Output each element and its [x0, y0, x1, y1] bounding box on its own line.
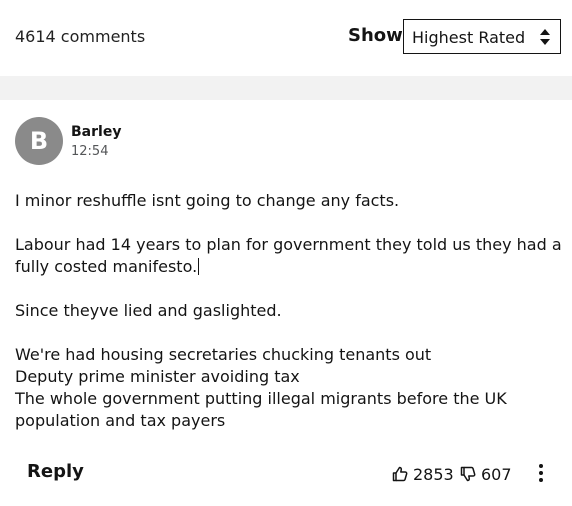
comments-header: 4614 comments Show Highest Rated	[0, 0, 572, 76]
comment-paragraph: We're had housing secretaries chucking t…	[15, 345, 507, 430]
comment-paragraph-text: Labour had 14 years to plan for governme…	[15, 235, 562, 276]
upvote-button[interactable]: 2853	[392, 464, 454, 484]
comments-count: 4614 comments	[15, 27, 146, 46]
chevron-up-down-icon	[540, 29, 550, 45]
more-options-icon[interactable]	[535, 462, 547, 484]
sort-select[interactable]: Highest Rated	[403, 19, 561, 54]
downvote-count: 607	[481, 464, 512, 484]
comment-time: 12:54	[71, 144, 109, 159]
avatar: B	[15, 117, 63, 165]
sort-select-value: Highest Rated	[412, 28, 526, 47]
comment-author[interactable]: Barley	[71, 124, 121, 140]
upvote-count: 2853	[413, 464, 454, 484]
comment-paragraph: Since theyve lied and gaslighted.	[15, 301, 282, 320]
sort-label: Show	[348, 25, 403, 46]
section-divider	[0, 76, 572, 100]
comment-body: I minor reshuffle isnt going to change a…	[15, 190, 563, 432]
downvote-button[interactable]: 607	[460, 464, 512, 484]
comment-paragraph: Labour had 14 years to plan for governme…	[15, 234, 563, 278]
text-cursor	[198, 258, 200, 275]
thumbs-up-icon	[392, 466, 408, 482]
comment-paragraph: I minor reshuffle isnt going to change a…	[15, 191, 400, 210]
thumbs-down-icon	[460, 466, 476, 482]
reply-button[interactable]: Reply	[27, 461, 84, 482]
